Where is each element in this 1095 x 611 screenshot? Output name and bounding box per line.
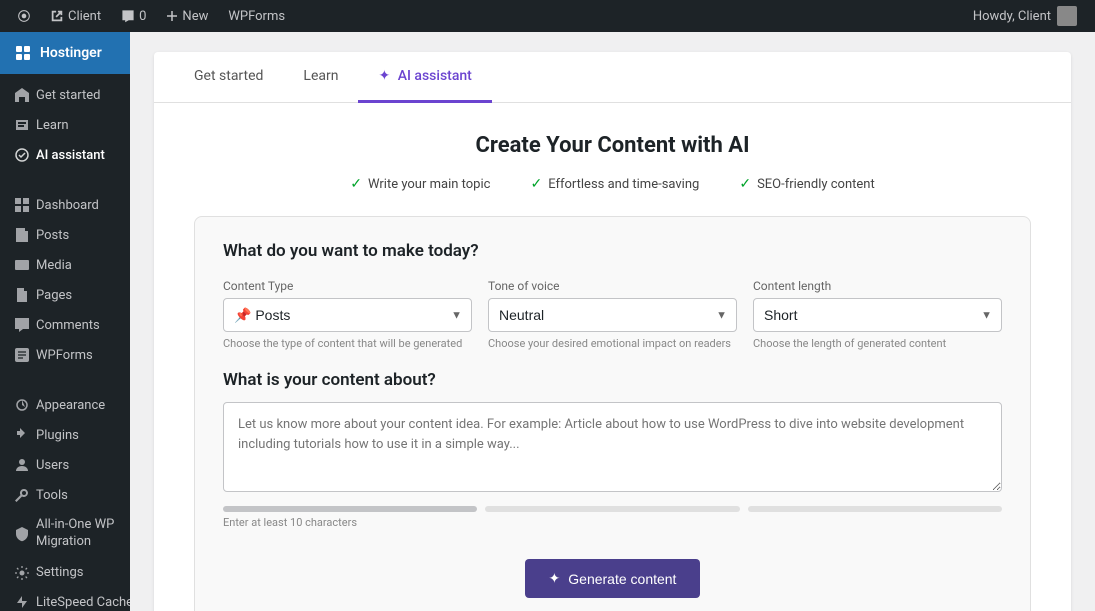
sidebar-item-media[interactable]: Media [0,250,130,280]
sidebar-logo[interactable]: Hostinger [0,32,130,74]
feature-2: ✓ Effortless and time-saving [530,176,699,192]
sidebar-item-get-started[interactable]: Get started [0,80,130,110]
form-question-2: What is your content about? [223,370,1002,390]
form-row: Content Type 📌 Posts Page Article ▼ Choo… [223,279,1002,350]
sidebar-item-label: Users [36,458,69,473]
sidebar-item-label: Posts [36,228,69,243]
sidebar-item-label: WPForms [36,348,93,363]
sidebar-item-label: Learn [36,118,69,133]
tone-hint: Choose your desired emotional impact on … [488,337,737,350]
main-content: Get started Learn ✦ AI assistant Create … [130,32,1095,611]
feature-label-3: SEO-friendly content [757,177,875,192]
sidebar-item-posts[interactable]: Posts [0,220,130,250]
sidebar-item-label: Settings [36,565,83,580]
wpforms-label: WPForms [228,9,285,24]
generate-star-icon: ✦ [549,570,561,587]
sidebar-item-label: Get started [36,88,100,103]
sidebar-item-label: Media [36,258,72,273]
sidebar-item-ai-assistant[interactable]: AI assistant [0,140,130,170]
sidebar-item-tools[interactable]: Tools [0,480,130,510]
form-card: What do you want to make today? Content … [194,216,1031,611]
ai-star-icon: ✦ [378,68,390,84]
content-area: Create Your Content with AI ✓ Write your… [154,103,1071,611]
new-content-link[interactable]: New [156,0,218,32]
sidebar-logo-text: Hostinger [40,45,102,61]
howdy-text: Howdy, Client [973,9,1051,24]
content-type-label: Content Type [223,279,472,293]
form-question-1: What do you want to make today? [223,241,1002,261]
feature-1: ✓ Write your main topic [350,176,490,192]
sidebar-item-litespeed[interactable]: LiteSpeed Cache [0,588,130,611]
wpforms-admin-link[interactable]: WPForms [218,0,295,32]
check-icon-2: ✓ [530,176,542,192]
features-row: ✓ Write your main topic ✓ Effortless and… [194,176,1031,192]
sidebar-item-label: Pages [36,288,72,303]
content-textarea[interactable] [223,402,1002,492]
bottom-row: ✦ Generate content [223,543,1002,598]
sidebar-item-label: AI assistant [36,148,105,163]
form-group-length: Content length Short Medium Long ▼ Choos… [753,279,1002,350]
admin-bar: Client 0 New WPForms Howdy, Client [0,0,1095,32]
sidebar: Hostinger Get started Learn AI assistant… [0,32,130,611]
feature-label-2: Effortless and time-saving [548,177,699,192]
sidebar-item-appearance[interactable]: Appearance [0,390,130,420]
form-group-tone: Tone of voice Neutral Formal Casual ▼ Ch… [488,279,737,350]
page-title: Create Your Content with AI [194,133,1031,158]
feature-3: ✓ SEO-friendly content [739,176,874,192]
progress-bar-2 [485,506,739,512]
site-link[interactable]: Client [40,0,111,32]
tab-learn[interactable]: Learn [283,52,358,103]
tone-select[interactable]: Neutral Formal Casual [488,298,737,332]
howdy-user[interactable]: Howdy, Client [963,6,1087,26]
char-hint: Enter at least 10 characters [223,516,1002,529]
tab-get-started[interactable]: Get started [174,52,283,103]
sidebar-item-comments[interactable]: Comments [0,310,130,340]
user-avatar [1057,6,1077,26]
feature-label-1: Write your main topic [368,177,490,192]
sidebar-item-label: Dashboard [36,198,99,213]
sidebar-item-label: Comments [36,318,100,333]
progress-bars [223,506,1002,512]
sidebar-item-users[interactable]: Users [0,450,130,480]
check-icon-1: ✓ [350,176,362,192]
sidebar-item-label: Tools [36,488,68,503]
sidebar-item-settings[interactable]: Settings [0,558,130,588]
sidebar-item-label: LiteSpeed Cache [36,595,130,610]
content-type-hint: Choose the type of content that will be … [223,337,472,350]
check-icon-3: ✓ [739,176,751,192]
site-name: Client [68,9,101,24]
generate-label: Generate content [568,571,676,587]
tabs-container: Get started Learn ✦ AI assistant Create … [154,52,1071,611]
sidebar-item-dashboard[interactable]: Dashboard [0,190,130,220]
sidebar-item-plugins[interactable]: Plugins [0,420,130,450]
sidebar-item-wpforms[interactable]: WPForms [0,340,130,370]
progress-bar-1 [223,506,477,512]
tone-label: Tone of voice [488,279,737,293]
sidebar-item-pages[interactable]: Pages [0,280,130,310]
length-hint: Choose the length of generated content [753,337,1002,350]
sidebar-item-label: Plugins [36,428,79,443]
wp-logo[interactable] [8,0,40,32]
sidebar-item-allinone[interactable]: All-in-One WP Migration [0,510,130,558]
progress-bar-3 [748,506,1002,512]
sidebar-item-label: Appearance [36,398,105,413]
form-group-content-type: Content Type 📌 Posts Page Article ▼ Choo… [223,279,472,350]
content-type-select[interactable]: 📌 Posts Page Article [223,298,472,332]
comments-link[interactable]: 0 [111,0,156,32]
new-label: New [182,9,208,24]
generate-content-button[interactable]: ✦ Generate content [525,559,701,598]
sidebar-item-label: All-in-One WP Migration [36,517,116,551]
length-select[interactable]: Short Medium Long [753,298,1002,332]
length-label: Content length [753,279,1002,293]
tabs-header: Get started Learn ✦ AI assistant [154,52,1071,103]
comments-count: 0 [139,9,146,24]
sidebar-item-learn[interactable]: Learn [0,110,130,140]
tab-ai-assistant[interactable]: ✦ AI assistant [358,52,491,103]
